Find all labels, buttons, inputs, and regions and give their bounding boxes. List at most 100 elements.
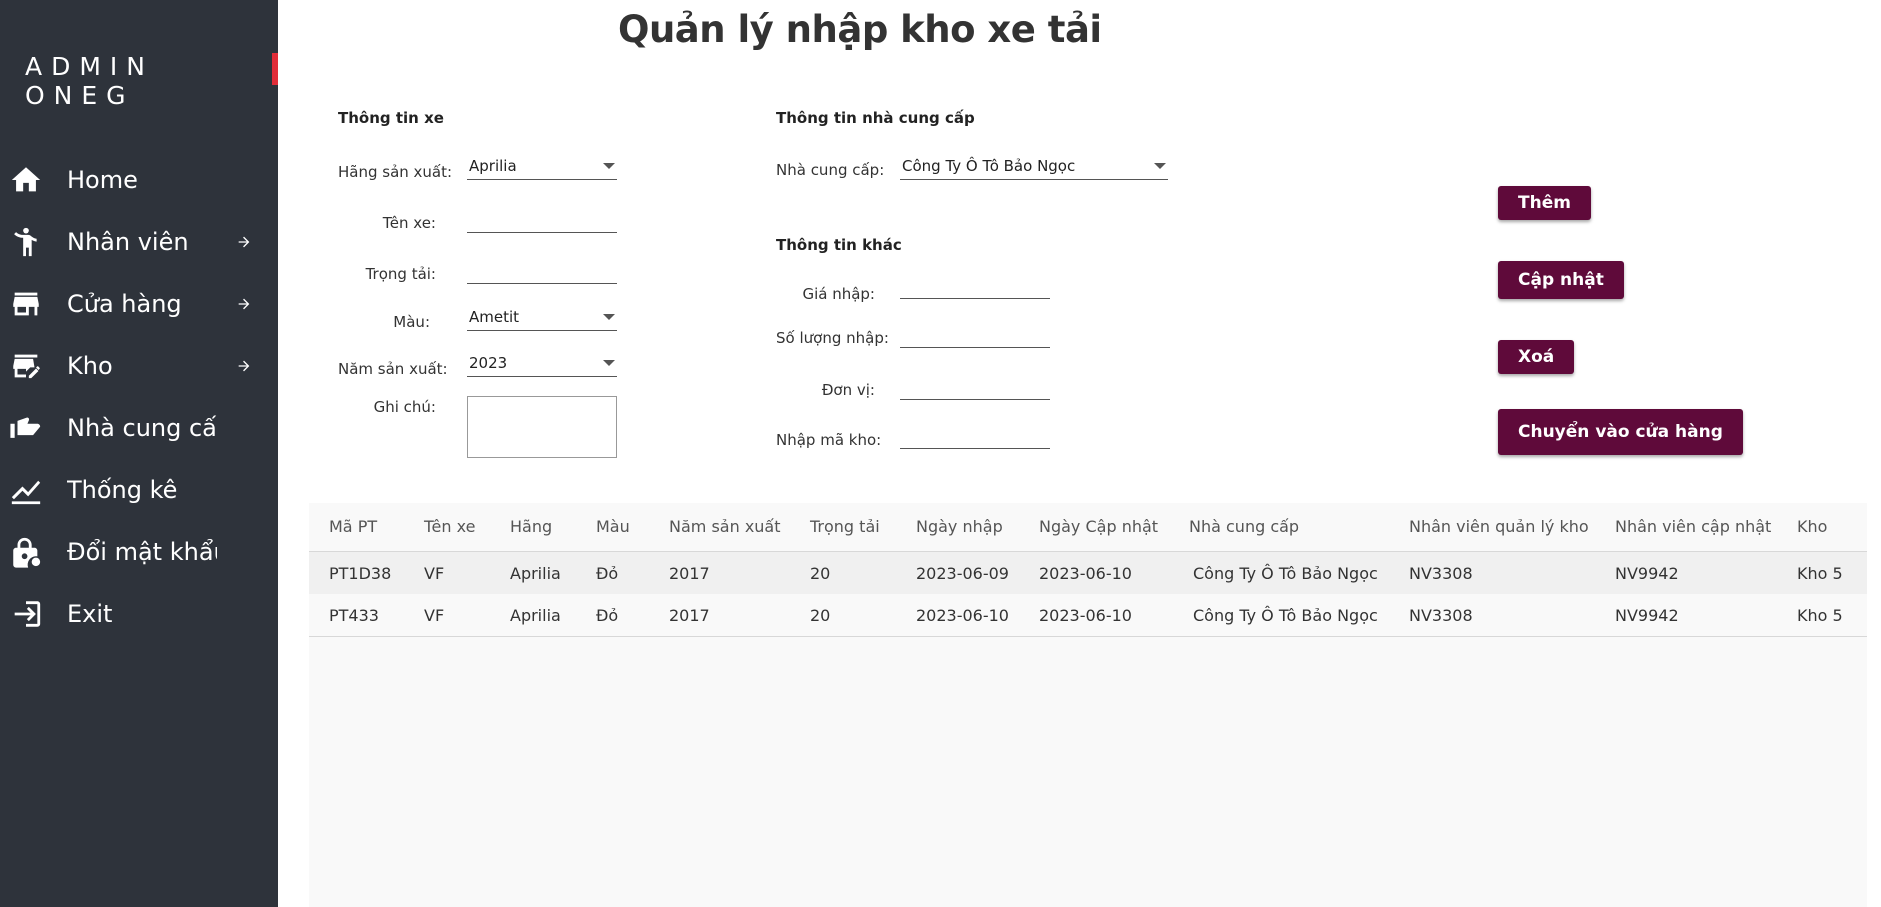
chevron-down-icon <box>603 163 615 169</box>
add-button[interactable]: Thêm <box>1498 186 1591 220</box>
sidebar-item-change-password[interactable]: Đổi mật khẩu <box>0 526 278 578</box>
table-cell: NV9942 <box>1615 564 1679 583</box>
sidebar-item-label: Kho <box>67 352 113 380</box>
vehicle-name-input[interactable] <box>467 207 617 233</box>
manufacturer-label: Hãng sản xuất: <box>338 163 453 181</box>
table-row[interactable]: PT433 VF Aprilia Đỏ 2017 20 2023-06-10 2… <box>309 594 1867 637</box>
brand-title: ADMIN ONEG <box>25 52 154 110</box>
column-header[interactable]: Nhà cung cấp <box>1189 517 1299 536</box>
arrow-right-icon <box>236 296 252 312</box>
column-header[interactable]: Hãng <box>510 517 552 536</box>
table-cell: 20 <box>810 606 831 625</box>
table-cell: Đỏ <box>596 606 619 625</box>
home-icon <box>8 162 44 198</box>
table-cell: Aprilia <box>510 564 561 583</box>
price-input[interactable] <box>900 273 1050 299</box>
table-cell: Kho 5 <box>1797 564 1843 583</box>
quantity-label: Số lượng nhập: <box>776 329 889 347</box>
table-cell: Đỏ <box>596 564 619 583</box>
vehicle-info-title: Thông tin xe <box>338 109 444 127</box>
sidebar-item-employees[interactable]: Nhân viên <box>0 216 278 268</box>
column-header[interactable]: Nhân viên quản lý kho <box>1409 517 1589 536</box>
column-header[interactable]: Kho <box>1797 517 1827 536</box>
sidebar-item-label: Đổi mật khẩu <box>67 538 217 566</box>
table-cell: VF <box>424 564 445 583</box>
note-textarea[interactable] <box>467 396 617 458</box>
table-cell: VF <box>424 606 445 625</box>
lock-icon <box>8 534 44 570</box>
manufacturer-value: Aprilia <box>469 157 517 175</box>
supplier-label: Nhà cung cấp: <box>776 161 885 179</box>
chevron-down-icon <box>603 314 615 320</box>
table-cell: PT1D38 <box>329 564 392 583</box>
column-header[interactable]: Ngày nhập <box>916 517 1003 536</box>
hand-icon <box>8 410 44 446</box>
sidebar-item-statistics[interactable]: Thống kê <box>0 464 278 516</box>
quantity-input[interactable] <box>900 322 1050 348</box>
page-title: Quản lý nhập kho xe tải <box>618 8 1102 51</box>
sidebar-item-label: Thống kê <box>67 476 178 504</box>
column-header[interactable]: Năm sản xuất <box>669 517 781 536</box>
other-info-title: Thông tin khác <box>776 236 902 254</box>
color-select[interactable]: Ametit <box>467 305 617 331</box>
sidebar-item-exit[interactable]: Exit <box>0 588 278 640</box>
column-header[interactable]: Màu <box>596 517 630 536</box>
table-cell: 20 <box>810 564 831 583</box>
table-row[interactable]: PT1D38 VF Aprilia Đỏ 2017 20 2023-06-09 … <box>309 551 1867 595</box>
column-header[interactable]: Nhân viên cập nhật <box>1615 517 1771 536</box>
person-icon <box>8 224 44 260</box>
chevron-down-icon <box>1154 163 1166 169</box>
exit-icon <box>8 596 44 632</box>
table-cell: Aprilia <box>510 606 561 625</box>
sidebar-item-label: Nhân viên <box>67 228 189 256</box>
table-cell: 2017 <box>669 606 710 625</box>
warehouse-code-label: Nhập mã kho: <box>776 431 882 449</box>
sidebar-item-label: Home <box>67 166 138 194</box>
sidebar-item-warehouse[interactable]: Kho <box>0 340 278 392</box>
column-header[interactable]: Tên xe <box>424 517 475 536</box>
column-header[interactable]: Mã PT <box>329 517 377 536</box>
column-header[interactable]: Trọng tải <box>810 517 880 536</box>
brand-accent-bar <box>272 53 278 85</box>
color-label: Màu: <box>393 313 430 331</box>
move-to-store-button[interactable]: Chuyển vào cửa hàng <box>1498 409 1743 455</box>
table-cell: 2023-06-10 <box>1039 606 1132 625</box>
sidebar-item-label: Exit <box>67 600 113 628</box>
load-label: Trọng tải: <box>365 265 436 283</box>
update-button[interactable]: Cập nhật <box>1498 261 1624 299</box>
unit-input[interactable] <box>900 374 1050 400</box>
data-table: Mã PT Tên xe Hãng Màu Năm sản xuất Trọng… <box>309 503 1867 907</box>
year-select[interactable]: 2023 <box>467 351 617 377</box>
warehouse-edit-icon <box>8 348 44 384</box>
manufacturer-select[interactable]: Aprilia <box>467 154 617 180</box>
sidebar-item-home[interactable]: Home <box>0 154 278 206</box>
year-label: Năm sản xuất: <box>338 360 448 378</box>
table-cell: 2023-06-10 <box>916 606 1009 625</box>
supplier-select[interactable]: Công Ty Ô Tô Bảo Ngọc <box>900 154 1168 180</box>
year-value: 2023 <box>469 354 508 372</box>
supplier-info-title: Thông tin nhà cung cấp <box>776 109 975 127</box>
sidebar: ADMIN ONEG Home Nhân viên Cửa hàng Kho N… <box>0 0 278 907</box>
table-cell: NV3308 <box>1409 564 1473 583</box>
supplier-value: Công Ty Ô Tô Bảo Ngọc <box>902 157 1076 175</box>
column-header[interactable]: Ngày Cập nhật <box>1039 517 1158 536</box>
color-value: Ametit <box>469 308 520 326</box>
unit-label: Đơn vị: <box>821 381 875 399</box>
note-label: Ghi chú: <box>373 398 436 416</box>
table-cell: 2017 <box>669 564 710 583</box>
table-cell: 2023-06-10 <box>1039 564 1132 583</box>
table-cell: 2023-06-09 <box>916 564 1009 583</box>
load-input[interactable] <box>467 258 617 284</box>
table-cell: PT433 <box>329 606 379 625</box>
delete-button[interactable]: Xoá <box>1498 340 1575 374</box>
price-label: Giá nhập: <box>802 285 875 303</box>
table-cell: NV9942 <box>1615 606 1679 625</box>
table-cell: Kho 5 <box>1797 606 1843 625</box>
warehouse-code-input[interactable] <box>900 423 1050 449</box>
sidebar-item-stores[interactable]: Cửa hàng <box>0 278 278 330</box>
arrow-right-icon <box>236 234 252 250</box>
vehicle-name-label: Tên xe: <box>382 214 436 232</box>
table-cell: Công Ty Ô Tô Bảo Ngọc <box>1193 606 1378 625</box>
sidebar-item-suppliers[interactable]: Nhà cung cấp <box>0 402 278 454</box>
chart-icon <box>8 472 44 508</box>
